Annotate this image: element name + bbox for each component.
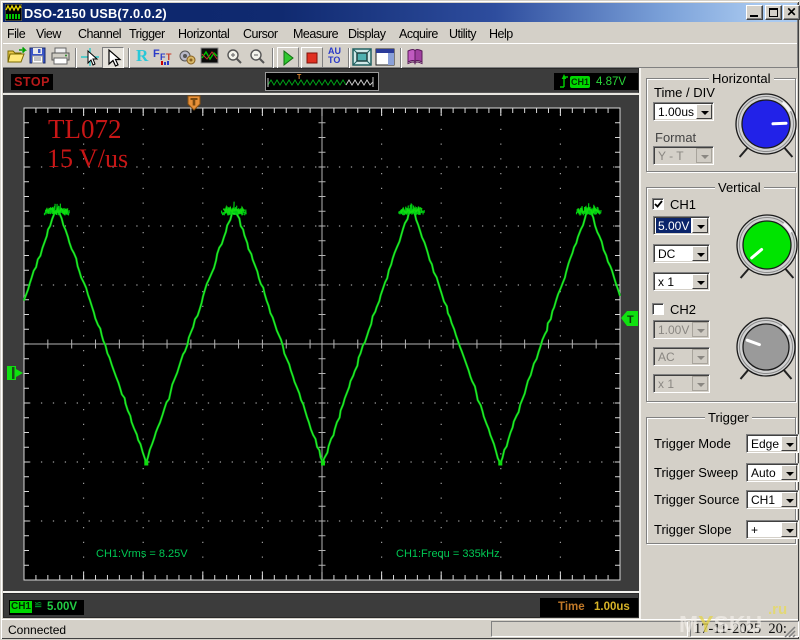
svg-text:F: F (153, 48, 160, 60)
svg-text:T: T (627, 314, 634, 326)
svg-text:T: T (166, 52, 172, 62)
